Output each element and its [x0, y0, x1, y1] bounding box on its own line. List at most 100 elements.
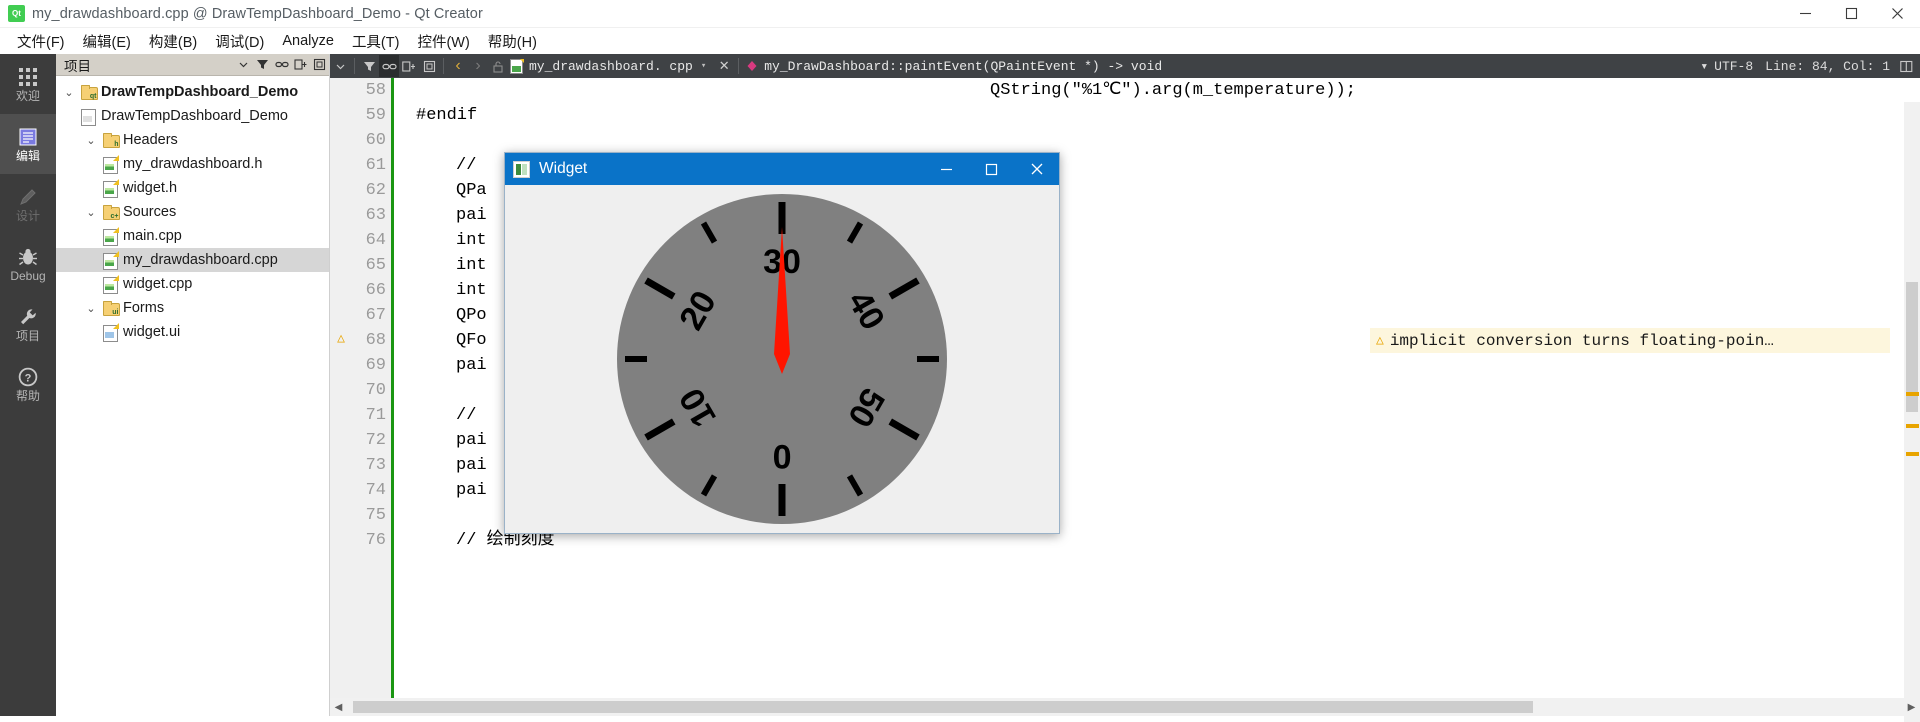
- tree-item-project-root[interactable]: ⌄ qt DrawTempDashboard_Demo: [56, 80, 329, 104]
- line-text: QString("%1℃").arg(m_temperature));: [990, 81, 1356, 100]
- symbol-name: my_DrawDashboard::paintEvent(QPaintEvent…: [764, 58, 1163, 74]
- project-panel-header: 项目: [56, 54, 329, 76]
- menu-analyze[interactable]: Analyze: [273, 30, 343, 52]
- expand-arrow-icon[interactable]: ⌄: [82, 206, 100, 219]
- popout-icon[interactable]: [419, 55, 439, 77]
- scroll-left-button[interactable]: ◀: [330, 698, 347, 716]
- line-number: 61: [365, 156, 386, 175]
- wrench-icon: [18, 306, 38, 328]
- filter-icon[interactable]: [359, 55, 379, 77]
- scroll-right-button[interactable]: ▶: [1903, 698, 1920, 716]
- tree-item-widget-cpp[interactable]: widget.cpp: [56, 272, 329, 296]
- bug-icon: [18, 246, 38, 268]
- menu-file[interactable]: 文件(F): [8, 28, 74, 55]
- source-file-icon: [100, 274, 120, 294]
- maximize-button[interactable]: [1828, 0, 1874, 28]
- warning-marker[interactable]: [1906, 452, 1919, 456]
- horizontal-scrollbar-track[interactable]: [347, 698, 1903, 716]
- split-horizontal-icon[interactable]: [399, 55, 419, 77]
- menu-edit[interactable]: 编辑(E): [74, 28, 140, 55]
- question-icon: ?: [18, 366, 38, 388]
- method-icon: [745, 59, 759, 73]
- code-line[interactable]: 59 #endif: [330, 103, 1920, 128]
- code-line[interactable]: 60: [330, 128, 1920, 153]
- menu-help[interactable]: 帮助(H): [479, 28, 546, 55]
- horizontal-scrollbar[interactable]: ◀ ▶: [330, 698, 1920, 716]
- widget-dialog[interactable]: Widget 30405001020: [504, 152, 1060, 534]
- menu-widgets[interactable]: 控件(W): [408, 28, 478, 55]
- tree-item-pro-file[interactable]: DrawTempDashboard_Demo: [56, 104, 329, 128]
- chevron-down-icon[interactable]: [330, 55, 350, 77]
- lock-icon[interactable]: [488, 55, 508, 77]
- nav-forward-button[interactable]: ›: [468, 55, 488, 77]
- line-text: int: [456, 256, 487, 275]
- encoding-label[interactable]: UTF-8: [1708, 59, 1759, 74]
- popout-icon[interactable]: [310, 55, 329, 75]
- expand-arrow-icon[interactable]: ⌄: [60, 86, 78, 99]
- line-number: 70: [365, 381, 386, 400]
- widget-maximize-button[interactable]: [969, 153, 1014, 185]
- menu-build[interactable]: 构建(B): [140, 28, 206, 55]
- code-line[interactable]: 58 QString("%1℃").arg(m_temperature));: [330, 78, 1920, 103]
- tree-item-sources[interactable]: ⌄ c+ Sources: [56, 200, 329, 224]
- line-number: 71: [365, 406, 386, 425]
- tree-item-forms[interactable]: ⌄ ui Forms: [56, 296, 329, 320]
- chevron-down-icon[interactable]: ▾: [701, 61, 706, 71]
- close-file-button[interactable]: ✕: [714, 55, 734, 77]
- cursor-position-label[interactable]: Line: 84, Col: 1: [1759, 59, 1896, 74]
- mode-projects[interactable]: 项目: [0, 294, 56, 354]
- open-file-name: my_drawdashboard. cpp: [529, 58, 693, 74]
- split-editor-icon[interactable]: [1896, 55, 1916, 77]
- widget-close-button[interactable]: [1014, 153, 1059, 185]
- line-text: pai: [456, 481, 487, 500]
- mode-edit[interactable]: 编辑: [0, 114, 56, 174]
- mode-debug[interactable]: Debug: [0, 234, 56, 294]
- expand-arrow-icon[interactable]: ⌄: [82, 302, 100, 315]
- toolbar-separator: [738, 58, 740, 74]
- tree-item-widget-ui[interactable]: widget.ui: [56, 320, 329, 344]
- inline-warning[interactable]: △ implicit conversion turns floating-poi…: [1370, 328, 1890, 353]
- line-text: #endif: [416, 106, 478, 125]
- tree-item-my-drawdashboard-h[interactable]: my_drawdashboard.h: [56, 152, 329, 176]
- line-number: 69: [365, 356, 386, 375]
- link-icon[interactable]: [379, 55, 399, 77]
- vertical-scrollbar[interactable]: [1904, 102, 1920, 722]
- tree-item-headers[interactable]: ⌄ h Headers: [56, 128, 329, 152]
- link-icon[interactable]: [272, 55, 291, 75]
- filter-icon[interactable]: [253, 55, 272, 75]
- mode-design: 设计: [0, 174, 56, 234]
- chevron-down-icon[interactable]: [234, 55, 253, 75]
- horizontal-scrollbar-thumb[interactable]: [353, 701, 1533, 713]
- warning-marker[interactable]: [1906, 424, 1919, 428]
- gauge-tick-label: 0: [773, 437, 792, 475]
- mode-help-label: 帮助: [15, 388, 40, 403]
- widget-minimize-button[interactable]: [924, 153, 969, 185]
- minimize-button[interactable]: [1782, 0, 1828, 28]
- menu-debug[interactable]: 调试(D): [206, 28, 273, 55]
- line-number: 64: [365, 231, 386, 250]
- warning-marker[interactable]: [1906, 392, 1919, 396]
- menu-tools[interactable]: 工具(T): [343, 28, 409, 55]
- close-button[interactable]: [1874, 0, 1920, 28]
- widget-dialog-titlebar[interactable]: Widget: [505, 153, 1059, 185]
- expand-arrow-icon[interactable]: ⌄: [82, 134, 100, 147]
- tree-item-my-drawdashboard-cpp[interactable]: my_drawdashboard.cpp: [56, 248, 329, 272]
- pro-file-icon: [78, 108, 98, 126]
- mode-help[interactable]: ? 帮助: [0, 354, 56, 414]
- mode-edit-label: 编辑: [15, 148, 40, 163]
- open-file-combo[interactable]: my_drawdashboard. cpp ▾: [508, 55, 714, 77]
- title-bar: Qt my_drawdashboard.cpp @ DrawTempDashbo…: [0, 0, 1920, 28]
- tree-item-widget-h[interactable]: widget.h: [56, 176, 329, 200]
- tree-item-label: widget.cpp: [123, 276, 193, 292]
- nav-back-button[interactable]: ‹: [448, 55, 468, 77]
- project-folder-icon: qt: [78, 85, 98, 100]
- tree-item-label: main.cpp: [123, 228, 182, 244]
- line-text: //: [456, 406, 477, 425]
- project-panel-title: 项目: [64, 58, 91, 74]
- split-icon[interactable]: [291, 55, 310, 75]
- chevron-down-icon[interactable]: ▾: [1700, 59, 1708, 74]
- symbol-combo[interactable]: my_DrawDashboard::paintEvent(QPaintEvent…: [743, 55, 1164, 77]
- mode-welcome[interactable]: 欢迎: [0, 54, 56, 114]
- editor-toolbar: ‹ › my_drawdashboard. cpp ▾ ✕ my_DrawDas…: [330, 54, 1920, 78]
- tree-item-main-cpp[interactable]: main.cpp: [56, 224, 329, 248]
